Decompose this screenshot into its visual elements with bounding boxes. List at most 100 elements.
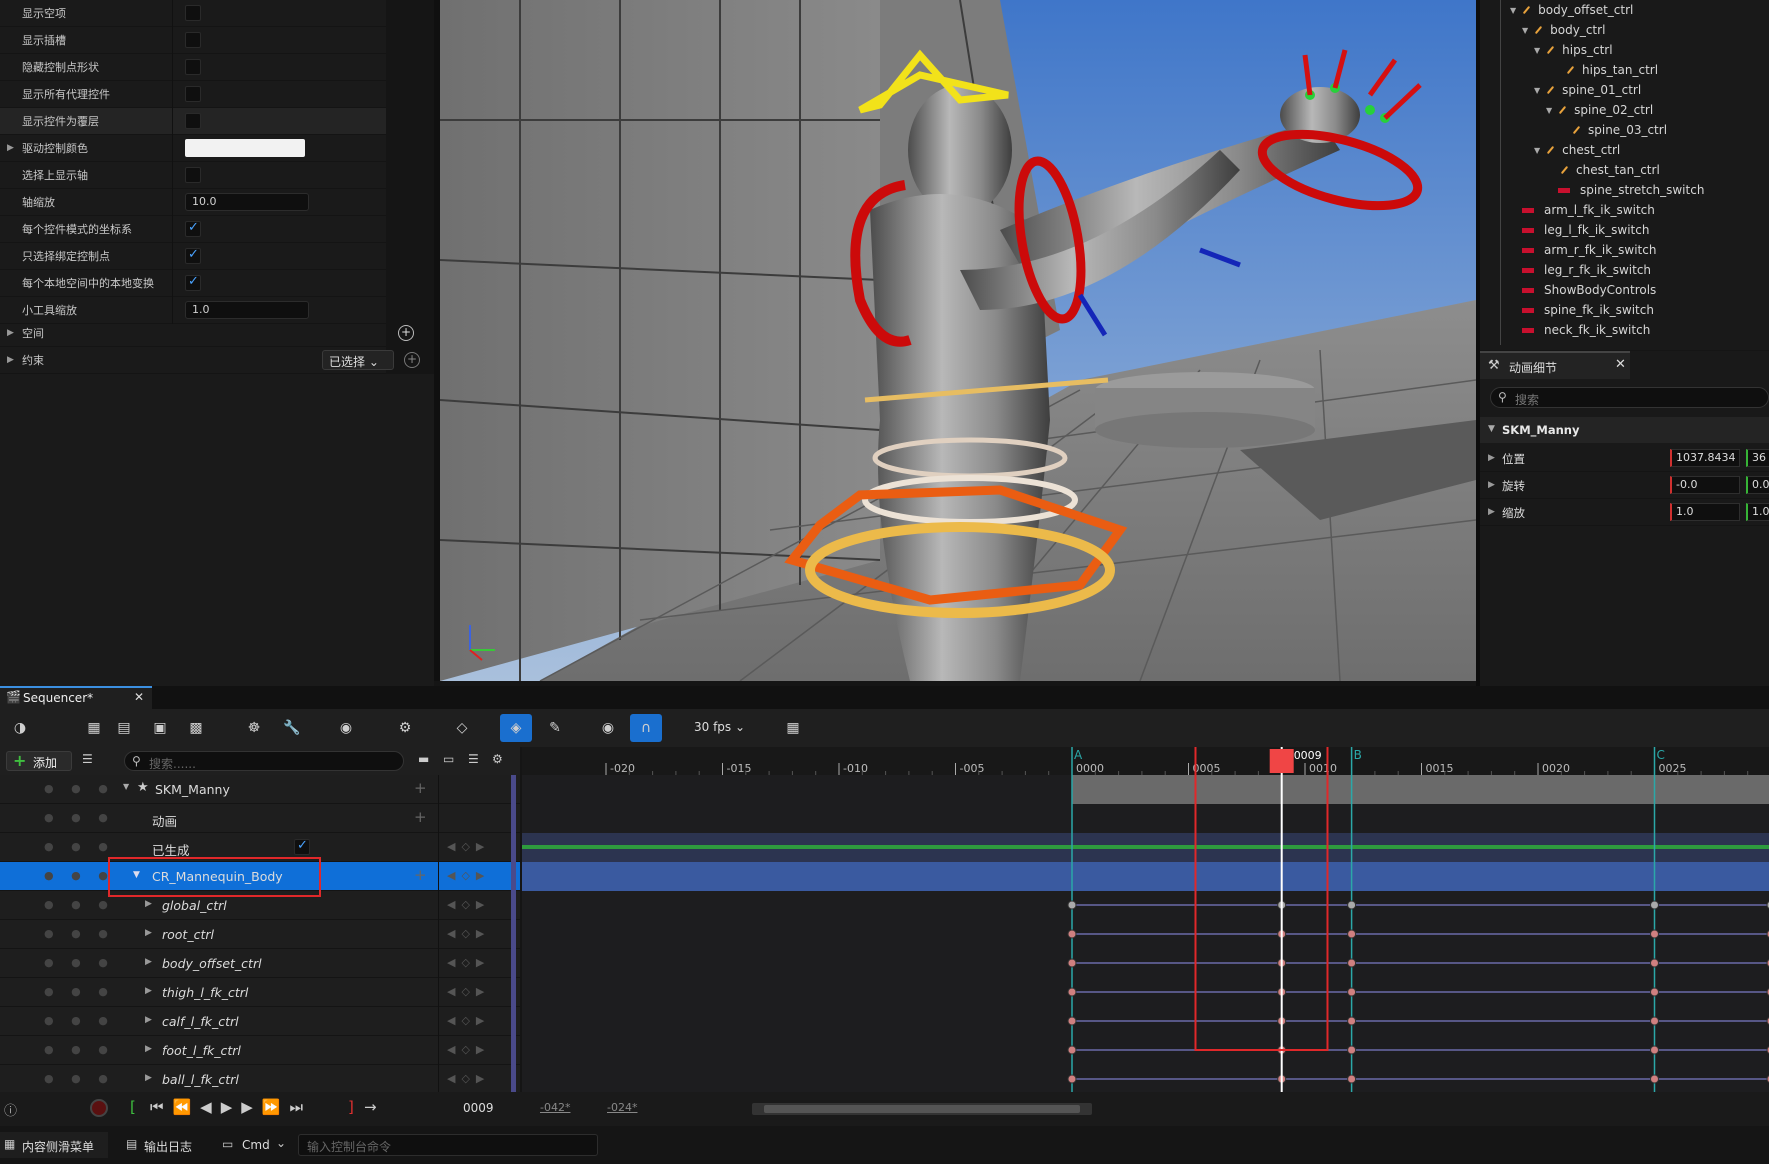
keyframe[interactable] — [1650, 1074, 1659, 1084]
settings-icon[interactable]: ⚙ — [395, 718, 415, 738]
property-checkbox[interactable] — [185, 86, 201, 102]
cmd-dropdown[interactable]: ▭ Cmd ⌄ — [218, 1132, 294, 1158]
fps-selector[interactable]: 30 fps ⌄ — [694, 720, 745, 734]
keyframe[interactable] — [1347, 1045, 1357, 1055]
track-row[interactable]: ● ● ● 动画 + — [0, 804, 520, 833]
y-field[interactable]: 1.0 — [1746, 503, 1769, 521]
track-row[interactable]: ● ● ● ▶ calf_l_fk_ctrl ◀◇▶ — [0, 1007, 520, 1036]
timeline-canvas[interactable]: -020 -015 -010 -005 0000 0005 0010 0015 0020 0025… — [522, 747, 1769, 1092]
keyframe[interactable] — [1067, 1016, 1077, 1026]
track-row[interactable]: ● ● ● ▶ ball_l_fk_ctrl ◀◇▶ — [0, 1065, 520, 1092]
keyframe[interactable] — [1650, 1045, 1659, 1055]
y-field[interactable]: 0.0 — [1746, 476, 1769, 494]
collapse-arrow-icon[interactable]: ▼ — [1534, 146, 1540, 155]
property-checkbox[interactable] — [185, 5, 201, 21]
track-lock-icons[interactable]: ● ● ● — [44, 811, 115, 824]
end-frame[interactable]: -024* — [607, 1101, 637, 1114]
key-navigation-icons[interactable]: ◀◇▶ — [447, 898, 490, 911]
color-swatch[interactable] — [185, 139, 305, 157]
collapse-arrow-icon[interactable]: ▼ — [1546, 106, 1552, 115]
filter-icon[interactable]: ☰ — [82, 752, 93, 766]
loop-icon[interactable]: → — [364, 1098, 377, 1116]
expand-arrow-icon[interactable]: ▶ — [145, 957, 152, 967]
rig-control-item[interactable]: arm_r_fk_ik_switch — [1510, 240, 1656, 260]
actions-icon[interactable]: ☸ — [244, 718, 264, 738]
list-icon[interactable]: ☰ — [468, 752, 479, 766]
key-navigation-icons[interactable]: ◀◇▶ — [447, 840, 490, 853]
rig-control-item[interactable]: ▼ spine_02_ctrl — [1546, 100, 1653, 120]
add-icon[interactable]: + — [414, 866, 427, 884]
keyframe[interactable] — [1067, 958, 1077, 968]
expand-arrow-icon[interactable]: ▶ — [7, 143, 14, 153]
pen-icon[interactable]: ✎ — [545, 718, 565, 738]
track-search-input[interactable]: ⚲ 搜索...... — [124, 751, 404, 771]
track-row[interactable]: ● ● ● ▶ thigh_l_fk_ctrl ◀◇▶ — [0, 978, 520, 1007]
track-lock-icons[interactable]: ● ● ● — [44, 956, 115, 969]
keyframe[interactable] — [1067, 1074, 1077, 1084]
track-lock-icons[interactable]: ● ● ● — [44, 985, 115, 998]
constraint-section[interactable]: ▶ 约束 已选择 ⌄ + — [0, 347, 420, 374]
property-number-field[interactable]: 1.0 — [185, 301, 309, 319]
close-icon[interactable]: ✕ — [1615, 357, 1626, 372]
collapse-arrow-icon[interactable]: ▼ — [1488, 424, 1495, 434]
content-drawer-button[interactable]: ▦ 内容侧滑菜单 — [0, 1132, 108, 1158]
expand-arrow-icon[interactable]: ▶ — [7, 355, 14, 365]
render-icon[interactable]: ▣ — [150, 718, 170, 738]
save-icon[interactable]: ▦ — [84, 718, 104, 738]
expand-arrow-icon[interactable]: ▶ — [145, 1073, 152, 1083]
collapse-arrow-icon[interactable]: ▼ — [1510, 6, 1516, 15]
add-space-icon[interactable]: + — [398, 325, 414, 341]
keyframe[interactable] — [1347, 958, 1357, 968]
property-checkbox[interactable] — [185, 220, 201, 237]
marker-icon[interactable]: ◉ — [598, 718, 618, 738]
rig-control-item[interactable]: ▼ spine_01_ctrl — [1534, 80, 1641, 100]
track-lock-icons[interactable]: ● ● ● — [44, 898, 115, 911]
track-lock-icons[interactable]: ● ● ● — [44, 927, 115, 940]
property-checkbox[interactable] — [185, 32, 201, 48]
rig-control-item[interactable]: leg_r_fk_ik_switch — [1510, 260, 1651, 280]
expand-arrow-icon[interactable]: ▶ — [145, 899, 152, 909]
rig-control-item[interactable]: spine_03_ctrl — [1558, 120, 1667, 140]
rig-control-item[interactable]: ▼ body_ctrl — [1522, 20, 1605, 40]
expand-arrow-icon[interactable]: ▶ — [1488, 507, 1495, 517]
track-row[interactable]: ● ● ● ▼ CR_Mannequin_Body + ◀◇▶ — [0, 862, 520, 891]
track-lock-icons[interactable]: ● ● ● — [44, 1014, 115, 1027]
property-checkbox[interactable] — [185, 167, 201, 183]
property-checkbox[interactable] — [185, 59, 201, 75]
keyframe[interactable] — [1067, 987, 1077, 997]
add-icon[interactable]: + — [414, 779, 427, 797]
output-log-button[interactable]: ▤ 输出日志 — [120, 1132, 206, 1158]
rig-control-item[interactable]: hips_tan_ctrl — [1552, 60, 1658, 80]
key-navigation-icons[interactable]: ◀◇▶ — [447, 985, 490, 998]
sequencer-tab[interactable]: 🎬 Sequencer* ✕ — [0, 686, 152, 709]
expand-arrow-icon[interactable]: ▶ — [1488, 453, 1495, 463]
track-lock-icons[interactable]: ● ● ● — [44, 1072, 115, 1085]
rig-control-item[interactable]: leg_l_fk_ik_switch — [1510, 220, 1649, 240]
x-field[interactable]: -0.0 — [1670, 476, 1740, 494]
playhead-handle[interactable] — [1269, 749, 1294, 773]
collapse-arrow-icon[interactable]: ▼ — [1534, 46, 1540, 55]
expand-arrow-icon[interactable]: ▶ — [145, 928, 152, 938]
track-lock-icons[interactable]: ● ● ● — [44, 840, 115, 853]
y-field[interactable]: 36 — [1746, 449, 1769, 467]
level-viewport[interactable] — [440, 0, 1476, 681]
track-row[interactable]: ● ● ● ▶ global_ctrl ◀◇▶ — [0, 891, 520, 920]
keyframe[interactable] — [1650, 1016, 1659, 1026]
property-checkbox[interactable] — [185, 274, 201, 291]
keyframe[interactable] — [1347, 987, 1357, 997]
rig-control-item[interactable]: arm_l_fk_ik_switch — [1510, 200, 1655, 220]
collapse-arrow-icon[interactable]: ▼ — [1534, 86, 1540, 95]
constraint-dropdown[interactable]: 已选择 ⌄ — [322, 350, 394, 370]
space-section[interactable]: ▶ 空间 + — [0, 320, 414, 347]
transport-controls[interactable]: ⏮⏪◀▶▶⏩⏭ — [150, 1098, 312, 1116]
rig-control-item[interactable]: spine_stretch_switch — [1546, 180, 1704, 200]
keyframe[interactable] — [1347, 1016, 1357, 1026]
property-checkbox[interactable] — [185, 113, 201, 129]
keyframe[interactable] — [1650, 958, 1659, 968]
key-navigation-icons[interactable]: ◀◇▶ — [447, 869, 490, 882]
keyframe[interactable] — [1347, 929, 1357, 939]
track-lock-icons[interactable]: ● ● ● — [44, 869, 115, 882]
browse-icon[interactable]: ▤ — [114, 718, 134, 738]
info-icon[interactable]: ⓘ — [4, 1100, 17, 1119]
x-field[interactable]: 1037.8434 — [1670, 449, 1740, 467]
